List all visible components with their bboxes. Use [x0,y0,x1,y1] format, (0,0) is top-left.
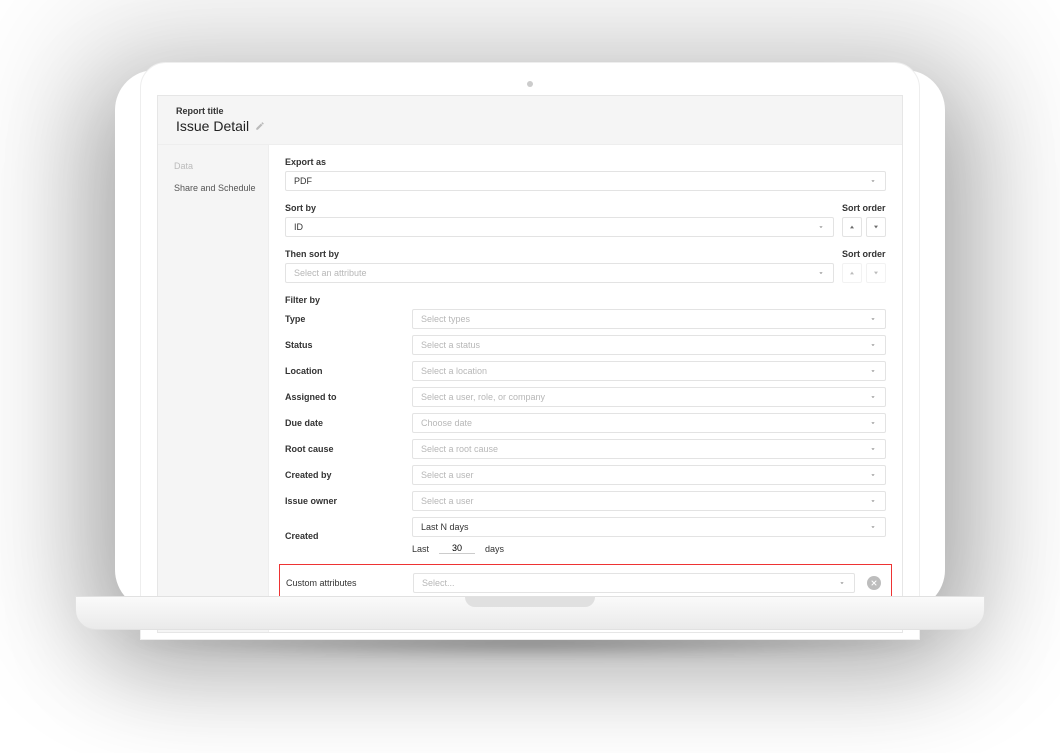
sort-order-group: Sort order [842,203,886,237]
laptop-frame: Report title Issue Detail Data Share and… [140,62,920,640]
filter-type-label: Type [285,314,400,324]
sort-label: Sort by [285,203,834,213]
chevron-down-icon [869,445,877,453]
filter-issueowner-label: Issue owner [285,496,400,506]
custom-attributes-label: Custom attributes [286,578,401,588]
chevron-down-icon [869,315,877,323]
export-block: Export as PDF [285,157,886,191]
filter-block: Filter by Type Select types Status Selec… [285,295,886,624]
export-select[interactable]: PDF [285,171,886,191]
camera-dot [527,81,533,87]
sort-select[interactable]: ID [285,217,834,237]
sort-descending-button[interactable] [866,217,886,237]
then-sort-placeholder: Select an attribute [294,268,367,278]
filter-createdby-select[interactable]: Select a user [412,465,886,485]
report-header: Report title Issue Detail [158,96,902,145]
chevron-down-icon [869,497,877,505]
triangle-up-icon [848,223,856,231]
filter-createdby-label: Created by [285,470,400,480]
sort-block: Sort by ID Sort order [285,203,886,237]
filter-location-label: Location [285,366,400,376]
then-sort-order-group: Sort order [842,249,886,283]
filter-label: Filter by [285,295,886,305]
export-label: Export as [285,157,886,167]
chevron-down-icon [869,393,877,401]
sort-ascending-button[interactable] [842,217,862,237]
sidebar-item-share-schedule[interactable]: Share and Schedule [174,177,268,199]
filter-issueowner-select[interactable]: Select a user [412,491,886,511]
triangle-up-icon [848,269,856,277]
chevron-down-icon [869,341,877,349]
filter-duedate-label: Due date [285,418,400,428]
filter-assigned-select[interactable]: Select a user, role, or company [412,387,886,407]
chevron-down-icon [869,177,877,185]
filter-type-select[interactable]: Select types [412,309,886,329]
lastn-suffix: days [485,544,504,554]
triangle-down-icon [872,269,880,277]
app-screen: Report title Issue Detail Data Share and… [157,95,903,633]
export-value: PDF [294,176,312,186]
lastn-prefix: Last [412,544,429,554]
filter-created-select[interactable]: Last N days [412,517,886,537]
sidebar-item-label: Share and Schedule [174,183,256,193]
form-panel: Export as PDF Sort by ID [268,145,902,632]
sidebar-item-data[interactable]: Data [174,155,268,177]
lastn-input[interactable] [439,543,475,554]
custom-attributes-select[interactable]: Select... [413,573,855,593]
report-title-label: Report title [176,106,884,116]
close-icon [870,579,878,587]
filter-grid: Type Select types Status Select a status… [285,309,886,554]
chevron-down-icon [869,419,877,427]
then-sort-descending-button[interactable] [866,263,886,283]
chevron-down-icon [817,269,825,277]
sort-order-label: Sort order [842,203,886,213]
filter-status-select[interactable]: Select a status [412,335,886,355]
filter-rootcause-label: Root cause [285,444,400,454]
sidebar: Data Share and Schedule [158,145,268,632]
filter-assigned-label: Assigned to [285,392,400,402]
then-sort-block: Then sort by Select an attribute Sort or… [285,249,886,283]
then-sort-select[interactable]: Select an attribute [285,263,834,283]
then-sort-order-label: Sort order [842,249,886,259]
laptop-base [75,596,985,630]
filter-rootcause-select[interactable]: Select a root cause [412,439,886,459]
report-title: Issue Detail [176,118,249,134]
filter-location-select[interactable]: Select a location [412,361,886,381]
chevron-down-icon [869,471,877,479]
triangle-down-icon [872,223,880,231]
chevron-down-icon [817,223,825,231]
lastn-row: Last days [412,543,886,554]
edit-title-icon[interactable] [255,121,265,131]
custom-attributes-clear-button[interactable] [867,576,881,590]
filter-created-label: Created [285,531,400,541]
chevron-down-icon [838,579,846,587]
chevron-down-icon [869,523,877,531]
sidebar-item-label: Data [174,161,193,171]
sort-value: ID [294,222,303,232]
then-sort-label: Then sort by [285,249,834,259]
chevron-down-icon [869,367,877,375]
filter-created-value: Last N days [421,522,469,532]
filter-duedate-select[interactable]: Choose date [412,413,886,433]
filter-status-label: Status [285,340,400,350]
then-sort-ascending-button[interactable] [842,263,862,283]
